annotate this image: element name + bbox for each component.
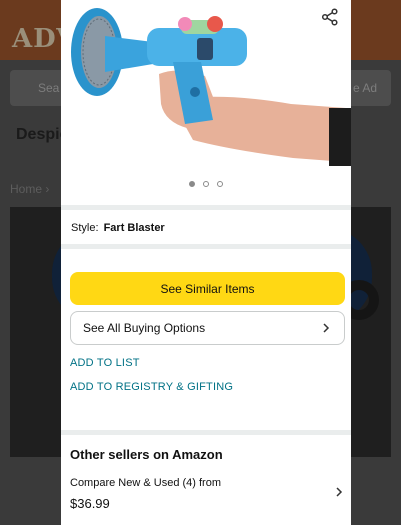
section-divider [61, 430, 351, 435]
add-to-list-link[interactable]: ADD TO LIST [70, 357, 140, 369]
see-similar-items-button[interactable]: See Similar Items [70, 272, 345, 305]
toy-blaster-illustration [71, 8, 351, 166]
style-value: Fart Blaster [103, 222, 165, 234]
chevron-right-icon [323, 323, 330, 333]
background-breadcrumb: Home › [10, 182, 50, 196]
background-nav-text: e Ad [352, 81, 377, 95]
share-icon [321, 8, 338, 26]
product-modal: Style: Fart Blaster See Similar Items Se… [61, 0, 351, 525]
style-label: Style: [71, 222, 99, 234]
carousel-dot-2[interactable] [203, 181, 209, 187]
carousel-dot-3[interactable] [217, 181, 223, 187]
style-selector[interactable]: Style: Fart Blaster [71, 222, 165, 234]
add-to-registry-link[interactable]: ADD TO REGISTRY & GIFTING [70, 381, 233, 393]
chevron-right-icon[interactable] [333, 486, 345, 498]
product-image[interactable] [61, 0, 351, 200]
carousel-dot-1[interactable] [189, 181, 195, 187]
other-sellers-heading: Other sellers on Amazon [70, 447, 223, 462]
section-divider [61, 244, 351, 249]
buying-options-label: See All Buying Options [83, 321, 206, 335]
section-divider [61, 205, 351, 210]
background-search-text: Sea [38, 81, 60, 95]
see-all-buying-options-button[interactable]: See All Buying Options [70, 311, 345, 345]
price: $36.99 [70, 496, 110, 511]
compare-new-used-link[interactable]: Compare New & Used (4) from [70, 477, 221, 489]
image-carousel-dots [61, 181, 351, 187]
share-button[interactable] [319, 6, 341, 28]
